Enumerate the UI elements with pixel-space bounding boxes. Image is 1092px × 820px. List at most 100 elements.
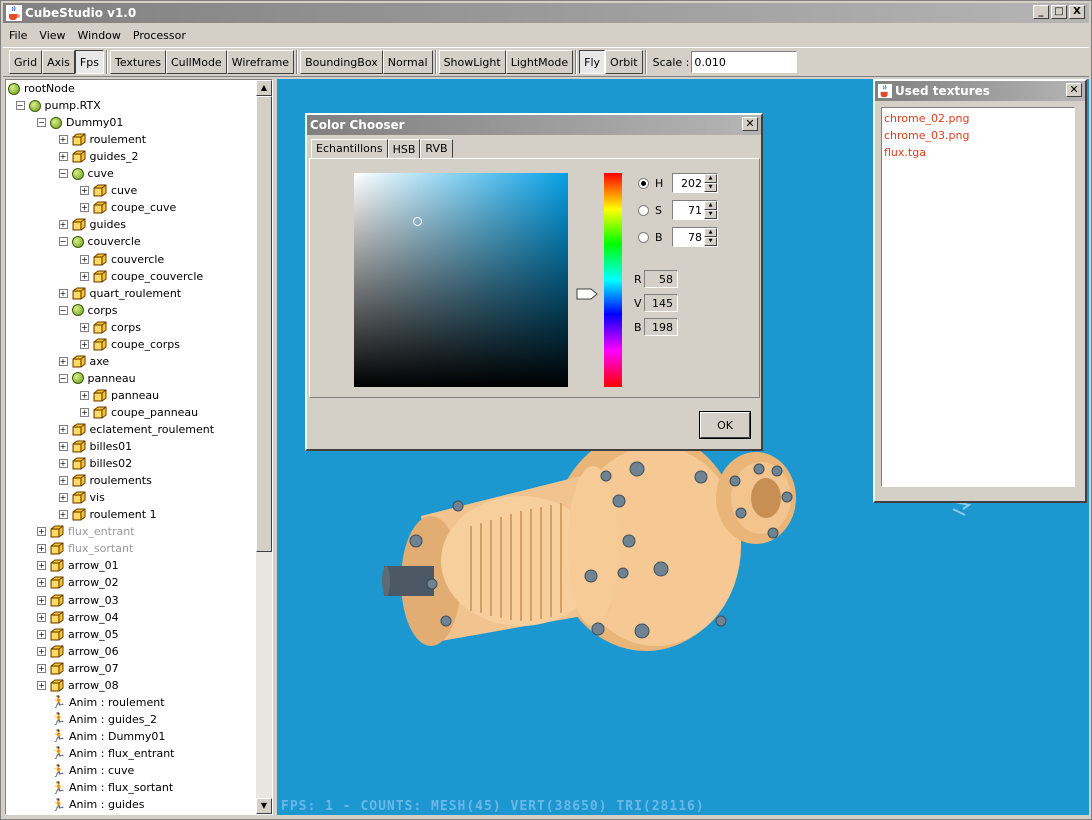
minimize-button[interactable]: _ xyxy=(1033,5,1049,19)
tree-node[interactable]: + coupe_corps xyxy=(80,336,180,353)
fly-button[interactable]: Fly xyxy=(579,50,606,74)
menu-processor[interactable]: Processor xyxy=(127,29,192,42)
tree-node[interactable]: + quart_roulement xyxy=(58,285,181,302)
tab-hsb[interactable]: HSB xyxy=(387,139,421,159)
collapse-icon[interactable]: − xyxy=(58,237,68,247)
expand-icon[interactable]: + xyxy=(58,220,68,230)
tree-node[interactable]: 🏃 Anim : flux_entrant xyxy=(51,745,174,762)
tree-node[interactable]: + vis xyxy=(58,489,105,506)
expand-icon[interactable]: + xyxy=(58,356,68,366)
spin-up-icon[interactable]: ▲ xyxy=(704,174,717,183)
tree-node[interactable]: − couvercle xyxy=(58,233,141,250)
axis-button[interactable]: Axis xyxy=(42,50,75,74)
tree-node[interactable]: + corps xyxy=(80,319,141,336)
tree-node[interactable]: + guides_2 xyxy=(58,148,139,165)
scale-input[interactable] xyxy=(691,51,798,73)
color-picker-cursor[interactable] xyxy=(413,217,422,226)
expand-icon[interactable]: + xyxy=(80,203,89,213)
tree-node[interactable]: + axe xyxy=(58,353,109,370)
menu-view[interactable]: View xyxy=(33,29,71,42)
title-bar[interactable]: CubeStudio v1.0 _ □ X xyxy=(3,3,1089,23)
expand-icon[interactable]: + xyxy=(80,271,89,281)
tree-node[interactable]: + arrow_08 xyxy=(37,677,119,694)
color-chooser-titlebar[interactable]: Color Chooser ✕ xyxy=(307,115,761,135)
boundingbox-button[interactable]: BoundingBox xyxy=(300,50,383,74)
close-icon[interactable]: ✕ xyxy=(1066,83,1082,97)
tree-node[interactable]: + arrow_02 xyxy=(37,574,119,591)
expand-icon[interactable]: + xyxy=(37,527,46,537)
showlight-button[interactable]: ShowLight xyxy=(438,50,506,74)
scroll-thumb[interactable] xyxy=(256,96,272,552)
expand-icon[interactable]: + xyxy=(58,425,68,434)
tree-node[interactable]: + arrow_04 xyxy=(37,609,119,626)
tree-node[interactable]: + flux_entrant xyxy=(37,523,135,540)
tree-node[interactable]: + billes02 xyxy=(58,455,132,472)
h-spinner[interactable]: 202 ▲ ▼ xyxy=(672,173,718,193)
tree-node[interactable]: 🏃 Anim : Dummy01 xyxy=(51,728,165,745)
expand-icon[interactable]: + xyxy=(80,339,89,349)
expand-icon[interactable]: + xyxy=(80,186,89,196)
spin-up-icon[interactable]: ▲ xyxy=(704,228,717,237)
collapse-icon[interactable]: − xyxy=(58,373,68,383)
orbit-button[interactable]: Orbit xyxy=(605,50,643,74)
menu-file[interactable]: File xyxy=(3,29,33,42)
b-spinner[interactable]: 78 ▲ ▼ xyxy=(672,227,718,247)
expand-icon[interactable]: + xyxy=(37,629,46,639)
radio-dot[interactable] xyxy=(638,205,649,216)
spin-down-icon[interactable]: ▼ xyxy=(704,210,717,219)
radio-dot[interactable] xyxy=(638,232,649,243)
expand-icon[interactable]: + xyxy=(58,476,68,486)
expand-icon[interactable]: + xyxy=(58,510,68,520)
cullmode-button[interactable]: CullMode xyxy=(165,50,227,74)
tree-node[interactable]: 🏃 Anim : roulement xyxy=(51,694,165,711)
tree-node[interactable]: rootNode xyxy=(8,80,75,97)
collapse-icon[interactable]: − xyxy=(58,305,68,315)
tree-node[interactable]: − Dummy01 xyxy=(37,114,123,131)
expand-icon[interactable]: + xyxy=(58,288,68,298)
ok-button[interactable]: OK xyxy=(699,411,751,439)
s-spinner[interactable]: 71 ▲ ▼ xyxy=(672,200,718,220)
spin-up-icon[interactable]: ▲ xyxy=(704,201,717,210)
grid-button[interactable]: Grid xyxy=(9,50,43,74)
tree-node[interactable]: 🏃 Anim : flux_sortant xyxy=(51,779,173,796)
lightmode-button[interactable]: LightMode xyxy=(505,50,574,74)
collapse-icon[interactable]: − xyxy=(58,169,68,179)
tab-echantillons[interactable]: Echantillons xyxy=(311,139,388,158)
maximize-button[interactable]: □ xyxy=(1051,5,1067,19)
expand-icon[interactable]: + xyxy=(80,407,89,417)
expand-icon[interactable]: + xyxy=(37,646,46,656)
expand-icon[interactable]: + xyxy=(37,595,46,605)
tree-node[interactable]: + roulements xyxy=(58,472,152,489)
hue-slider[interactable] xyxy=(604,173,622,387)
tree-node[interactable]: − pump.RTX xyxy=(15,97,101,114)
tree-node[interactable]: + coupe_couvercle xyxy=(80,268,203,285)
tree-node[interactable]: 🏃 Anim : guides_2 xyxy=(51,711,157,728)
tree-node[interactable]: 🏃 Anim : guides xyxy=(51,796,144,813)
tree-node[interactable]: + arrow_05 xyxy=(37,626,119,643)
close-button[interactable]: X xyxy=(1069,5,1085,19)
textures-button[interactable]: Textures xyxy=(109,50,166,74)
tree-node[interactable]: + arrow_03 xyxy=(37,592,119,609)
expand-icon[interactable]: + xyxy=(58,152,68,162)
expand-icon[interactable]: + xyxy=(80,254,89,264)
tab-rvb[interactable]: RVB xyxy=(420,139,453,158)
expand-icon[interactable]: + xyxy=(58,459,68,469)
expand-icon[interactable]: + xyxy=(58,135,68,145)
radio-h[interactable]: H xyxy=(638,177,663,190)
saturation-brightness-field[interactable] xyxy=(354,173,568,387)
tree-node[interactable]: + roulement xyxy=(58,131,146,148)
collapse-icon[interactable]: − xyxy=(37,118,46,128)
tree-node[interactable]: + flux_sortant xyxy=(37,540,133,557)
tree-node[interactable]: + cuve xyxy=(80,182,137,199)
tree-node[interactable]: + arrow_01 xyxy=(37,557,119,574)
expand-icon[interactable]: + xyxy=(58,493,68,503)
tree-scrollbar[interactable]: ▲ ▼ xyxy=(256,80,272,814)
expand-icon[interactable]: + xyxy=(37,544,46,554)
normal-button[interactable]: Normal xyxy=(382,50,433,74)
texture-item[interactable]: flux.tga xyxy=(884,144,1072,161)
tree-node[interactable]: + guides xyxy=(58,216,126,233)
close-icon[interactable]: ✕ xyxy=(742,117,758,131)
tree-node[interactable]: + couvercle xyxy=(80,251,164,268)
expand-icon[interactable]: + xyxy=(37,578,46,588)
expand-icon[interactable]: + xyxy=(37,612,46,622)
